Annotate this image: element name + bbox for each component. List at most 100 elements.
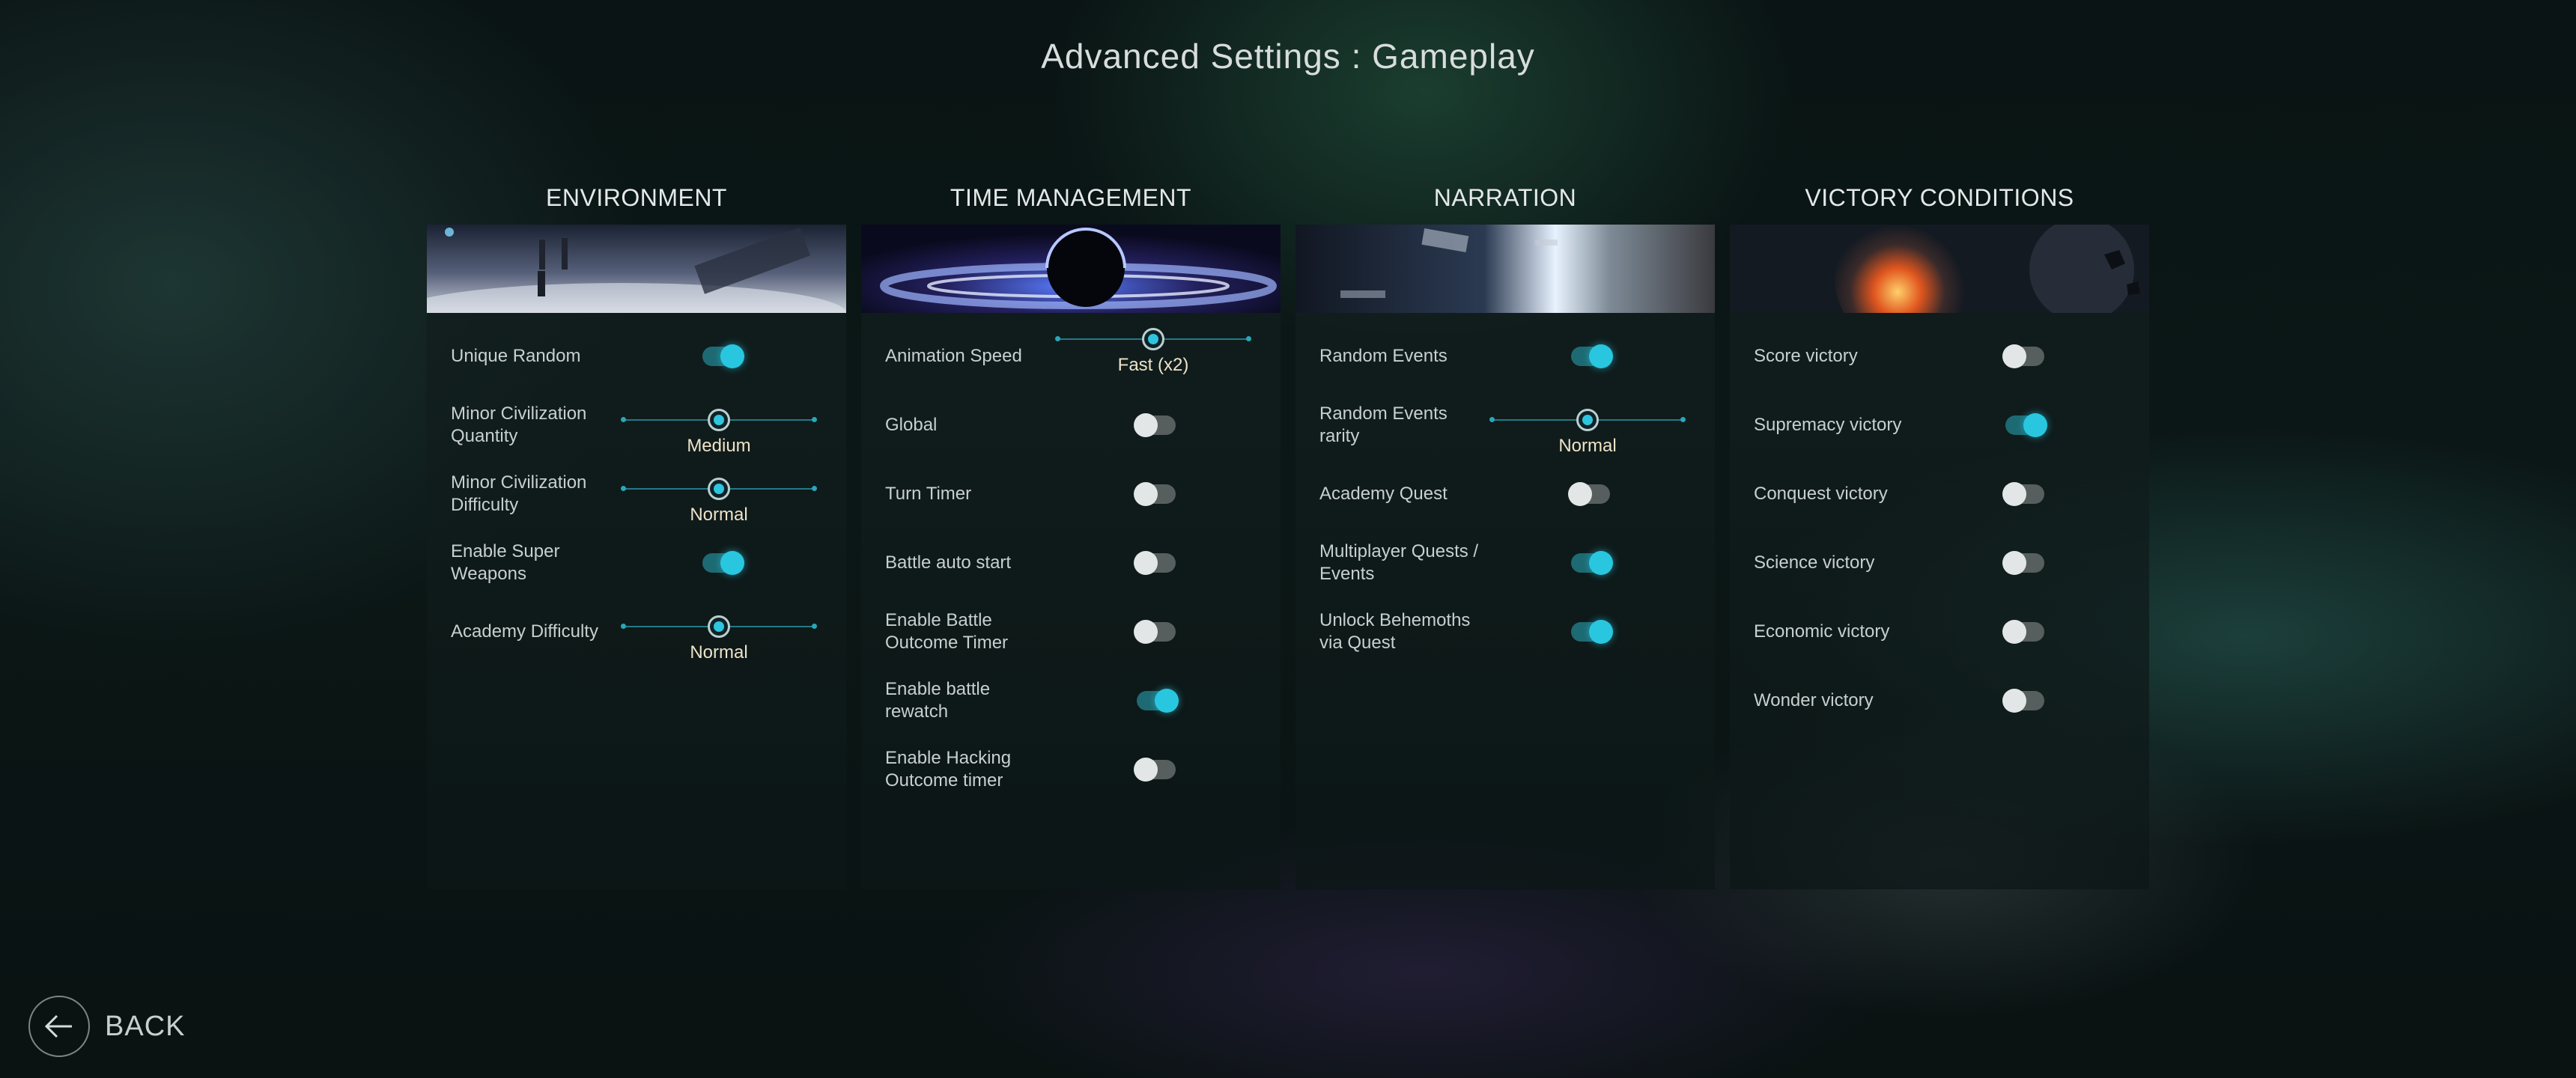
toggle-knob bbox=[720, 344, 744, 368]
battle-rewatch-toggle[interactable] bbox=[1137, 689, 1179, 713]
column-victory-conditions: VICTORY CONDITIONS Score victory Suprema… bbox=[1730, 177, 2149, 889]
setting-row-academy-difficulty: Academy Difficulty Normal bbox=[427, 597, 846, 666]
conquest-victory-toggle[interactable] bbox=[2002, 482, 2044, 506]
slider-tick bbox=[812, 417, 817, 422]
super-weapons-toggle[interactable] bbox=[702, 551, 744, 575]
column-title: TIME MANAGEMENT bbox=[950, 184, 1192, 211]
setting-row-battle-outcome-timer: Enable Battle Outcome Timer bbox=[861, 597, 1281, 666]
setting-row-science-victory: Science victory bbox=[1730, 529, 2149, 597]
slider-tick bbox=[1680, 417, 1686, 422]
setting-row-unlock-behemoths: Unlock Behemoths via Quest bbox=[1295, 597, 1715, 666]
minor-civ-difficulty-slider[interactable]: Normal bbox=[621, 460, 817, 529]
toggle-knob bbox=[1589, 551, 1613, 575]
slider-handle[interactable] bbox=[708, 409, 730, 431]
setting-label: Random Events bbox=[1319, 346, 1448, 366]
back-circle bbox=[28, 996, 90, 1057]
column-narration: NARRATION Random Events Random Events ra… bbox=[1295, 177, 1715, 889]
science-victory-toggle[interactable] bbox=[2002, 551, 2044, 575]
random-events-toggle[interactable] bbox=[1571, 344, 1613, 368]
unlock-behemoths-toggle[interactable] bbox=[1571, 620, 1613, 644]
setting-row-animation-speed: Animation Speed Fast (x2) bbox=[861, 322, 1281, 391]
slider-handle[interactable] bbox=[708, 615, 730, 638]
narration-panel: Random Events Random Events rarity Norma… bbox=[1295, 313, 1715, 889]
setting-row-unique-random: Unique Random bbox=[427, 322, 846, 391]
toggle-knob bbox=[2002, 689, 2026, 713]
setting-label: Battle auto start bbox=[885, 552, 1012, 573]
slider-value: Normal bbox=[690, 505, 748, 525]
multiplayer-quests-toggle[interactable] bbox=[1571, 551, 1613, 575]
battle-outcome-timer-toggle[interactable] bbox=[1134, 620, 1176, 644]
toggle-knob bbox=[2002, 344, 2026, 368]
setting-row-economic-victory: Economic victory bbox=[1730, 597, 2149, 666]
economic-victory-toggle[interactable] bbox=[2002, 620, 2044, 644]
setting-label: Academy Difficulty bbox=[451, 621, 598, 642]
toggle-knob bbox=[2023, 413, 2047, 437]
setting-row-score-victory: Score victory bbox=[1730, 322, 2149, 391]
setting-row-minor-civ-quantity: Minor Civilization Quantity Medium bbox=[427, 391, 846, 460]
toggle-knob bbox=[1134, 482, 1158, 506]
setting-label: Unique Random bbox=[451, 346, 581, 366]
setting-row-academy-quest: Academy Quest bbox=[1295, 460, 1715, 529]
wonder-victory-toggle[interactable] bbox=[2002, 689, 2044, 713]
setting-row-battle-auto-start: Battle auto start bbox=[861, 529, 1281, 597]
setting-label: Science victory bbox=[1754, 552, 1875, 573]
time-management-banner-image bbox=[861, 225, 1281, 313]
supremacy-victory-toggle[interactable] bbox=[2005, 413, 2047, 437]
arrow-left-icon bbox=[44, 1014, 72, 1038]
minor-civ-quantity-slider[interactable]: Medium bbox=[621, 391, 817, 460]
toggle-knob bbox=[1134, 551, 1158, 575]
setting-label: Conquest victory bbox=[1754, 484, 1888, 504]
random-events-rarity-slider[interactable]: Normal bbox=[1489, 391, 1686, 460]
toggle-knob bbox=[1134, 413, 1158, 437]
column-environment: ENVIRONMENT Unique Random Minor Civiliza… bbox=[427, 177, 846, 889]
slider-handle[interactable] bbox=[1576, 409, 1599, 431]
environment-panel: Unique Random Minor Civilization Quantit… bbox=[427, 313, 846, 889]
toggle-knob bbox=[1568, 482, 1592, 506]
setting-label: Score victory bbox=[1754, 346, 1858, 366]
setting-row-turn-timer: Turn Timer bbox=[861, 460, 1281, 529]
slider-tick bbox=[621, 417, 626, 422]
global-toggle[interactable] bbox=[1134, 413, 1176, 437]
column-title: VICTORY CONDITIONS bbox=[1805, 184, 2074, 211]
slider-value: Fast (x2) bbox=[1117, 355, 1189, 375]
toggle-knob bbox=[1589, 620, 1613, 644]
setting-label: Enable Super Weapons bbox=[451, 541, 560, 584]
setting-label: Wonder victory bbox=[1754, 690, 1874, 710]
column-time-management: TIME MANAGEMENT Animation Speed Fast (x2… bbox=[861, 177, 1281, 889]
score-victory-toggle[interactable] bbox=[2002, 344, 2044, 368]
setting-row-conquest-victory: Conquest victory bbox=[1730, 460, 2149, 529]
animation-speed-slider[interactable]: Fast (x2) bbox=[1055, 322, 1251, 391]
setting-row-hacking-outcome-timer: Enable Hacking Outcome timer bbox=[861, 735, 1281, 804]
setting-row-minor-civ-difficulty: Minor Civilization Difficulty Normal bbox=[427, 460, 846, 529]
time-management-panel: Animation Speed Fast (x2) Global Turn Ti… bbox=[861, 313, 1281, 889]
back-label: BACK bbox=[105, 1011, 186, 1042]
setting-label: Academy Quest bbox=[1319, 484, 1448, 504]
slider-handle[interactable] bbox=[1142, 328, 1164, 350]
turn-timer-toggle[interactable] bbox=[1134, 482, 1176, 506]
setting-row-wonder-victory: Wonder victory bbox=[1730, 666, 2149, 735]
setting-label: Turn Timer bbox=[885, 484, 972, 504]
setting-row-battle-rewatch: Enable battle rewatch bbox=[861, 666, 1281, 735]
academy-difficulty-slider[interactable]: Normal bbox=[621, 597, 817, 666]
battle-auto-start-toggle[interactable] bbox=[1134, 551, 1176, 575]
slider-tick bbox=[621, 624, 626, 629]
setting-label: Economic victory bbox=[1754, 621, 1890, 642]
setting-label: Enable Battle Outcome Timer bbox=[885, 610, 1009, 653]
toggle-knob bbox=[1134, 758, 1158, 782]
setting-row-super-weapons: Enable Super Weapons bbox=[427, 529, 846, 597]
setting-label: Unlock Behemoths via Quest bbox=[1319, 610, 1471, 653]
hacking-outcome-timer-toggle[interactable] bbox=[1134, 758, 1176, 782]
narration-banner-image bbox=[1295, 225, 1715, 313]
toggle-knob bbox=[1589, 344, 1613, 368]
slider-handle[interactable] bbox=[708, 478, 730, 500]
slider-tick bbox=[812, 486, 817, 491]
setting-label: Supremacy victory bbox=[1754, 415, 1902, 435]
setting-row-random-events: Random Events bbox=[1295, 322, 1715, 391]
setting-label: Enable Hacking Outcome timer bbox=[885, 748, 1012, 791]
toggle-knob bbox=[1155, 689, 1179, 713]
academy-quest-toggle[interactable] bbox=[1568, 482, 1610, 506]
toggle-knob bbox=[720, 551, 744, 575]
victory-conditions-panel: Score victory Supremacy victory Conquest… bbox=[1730, 313, 2149, 889]
back-button[interactable]: BACK bbox=[28, 996, 223, 1059]
unique-random-toggle[interactable] bbox=[702, 344, 744, 368]
